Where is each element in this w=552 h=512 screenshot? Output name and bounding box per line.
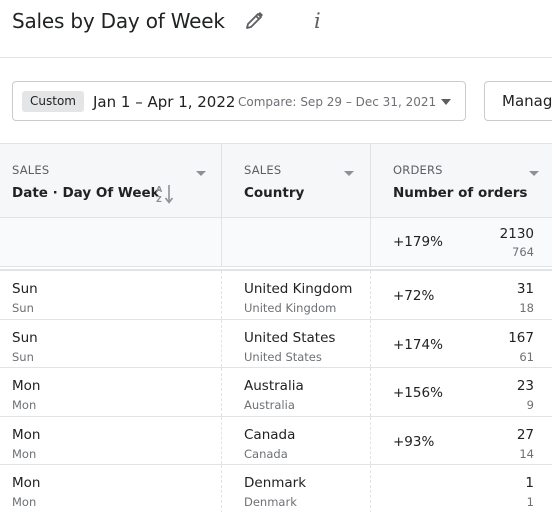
report-table: SALES Date · Day Of Week A Z SALES Count… [0,143,552,512]
cell-orders: +174% 167 61 [371,320,552,368]
cell-country: Australia Australia [222,368,371,416]
cell-orders: +72% 31 18 [371,271,552,319]
period-badge: Custom [22,91,84,112]
date-range-picker[interactable]: Custom Jan 1 – Apr 1, 2022 Compare: Sep … [12,81,466,121]
country-value: Denmark [244,475,307,491]
current-value: 31 [516,281,534,297]
day-previous: Mon [12,446,37,461]
table-row[interactable]: Mon Mon Australia Australia +156% 23 9 [0,368,552,417]
cell-country: United States United States [222,319,371,367]
day-value: Sun [12,329,38,346]
cell-country: Canada Canada [222,416,371,464]
totals-cell-day [0,218,222,266]
day-value: Mon [12,378,41,394]
country-previous: Denmark [244,495,297,509]
column-menu-caret-icon[interactable] [196,171,206,176]
country-previous: United States [244,349,322,364]
day-previous: Mon [12,398,37,412]
totals-cell-country [222,218,371,266]
change-percent: +93% [393,433,435,450]
cell-orders: 1 1 [371,465,552,512]
report-title: Sales by Day of Week [12,9,225,33]
country-value: Australia [244,378,304,394]
day-value: Mon [12,426,41,443]
column-category: SALES [244,163,282,177]
info-icon[interactable]: i [314,8,328,34]
day-previous: Mon [12,495,37,509]
date-range-value: Jan 1 – Apr 1, 2022 [93,93,236,111]
day-value: Mon [12,475,41,491]
column-menu-caret-icon[interactable] [344,171,354,176]
column-menu-caret-icon[interactable] [529,171,539,176]
table-row[interactable]: Sun Sun United States United States +174… [0,319,552,368]
table-row[interactable]: Sun Sun United Kingdom United Kingdom +7… [0,271,552,320]
column-header-country[interactable]: SALES Country [222,144,371,218]
column-category: ORDERS [393,163,443,177]
day-previous: Sun [12,301,34,315]
country-previous: United Kingdom [244,301,337,315]
country-value: Canada [244,426,296,443]
sort-az-icon[interactable]: A Z [156,183,176,205]
compare-range: Compare: Sep 29 – Dec 31, 2021 [238,93,436,111]
table-body: Sun Sun United Kingdom United Kingdom +7… [0,270,552,512]
compare-label: Compare: [238,95,297,109]
column-name: Number of orders [393,185,528,201]
current-value: 23 [516,378,534,394]
cell-country: Denmark Denmark [222,465,371,512]
column-category: SALES [12,163,50,177]
cell-orders: +93% 27 14 [371,417,552,465]
totals-cell-orders: +179% 2130 764 [371,218,552,266]
svg-text:A: A [156,185,163,194]
cell-day: Sun Sun [0,319,222,367]
column-name: Date · Day Of Week [12,185,160,201]
cell-day: Mon Mon [0,465,222,512]
country-previous: Australia [244,398,295,412]
current-value: 2130 [499,226,534,242]
totals-row: +179% 2130 764 [0,218,552,270]
column-header-day-of-week[interactable]: SALES Date · Day Of Week A Z [0,144,222,218]
report-header: Sales by Day of Week i [0,0,552,58]
country-previous: Canada [244,446,288,461]
current-value: 27 [516,426,534,443]
day-previous: Sun [12,349,34,364]
cell-day: Mon Mon [0,416,222,464]
cell-orders: +156% 23 9 [371,368,552,416]
previous-value: 61 [519,349,534,364]
chevron-down-icon [441,99,451,105]
manage-button[interactable]: Manage [484,81,552,121]
table-row[interactable]: Mon Mon Denmark Denmark 1 1 [0,465,552,512]
cell-day: Sun Sun [0,271,222,319]
previous-value: 18 [519,301,534,315]
country-value: United Kingdom [244,281,353,297]
country-value: United States [244,329,336,346]
current-value: 1 [525,475,534,491]
day-value: Sun [12,281,38,297]
pencil-icon[interactable] [243,10,265,32]
change-percent: +72% [393,288,435,304]
change-percent: +174% [393,336,443,353]
previous-value: 1 [526,495,534,509]
column-name: Country [244,185,305,201]
compare-range-value: Sep 29 – Dec 31, 2021 [300,95,437,109]
current-value: 167 [508,329,534,346]
previous-value: 764 [512,245,534,259]
cell-country: United Kingdom United Kingdom [222,271,371,319]
change-percent: +179% [393,234,443,250]
column-header-orders[interactable]: ORDERS Number of orders [371,144,552,218]
change-percent: +156% [393,385,443,401]
previous-value: 9 [526,398,534,412]
previous-value: 14 [519,446,534,461]
cell-day: Mon Mon [0,368,222,416]
svg-text:Z: Z [156,195,162,204]
table-row[interactable]: Mon Mon Canada Canada +93% 27 14 [0,416,552,465]
table-header: SALES Date · Day Of Week A Z SALES Count… [0,143,552,218]
